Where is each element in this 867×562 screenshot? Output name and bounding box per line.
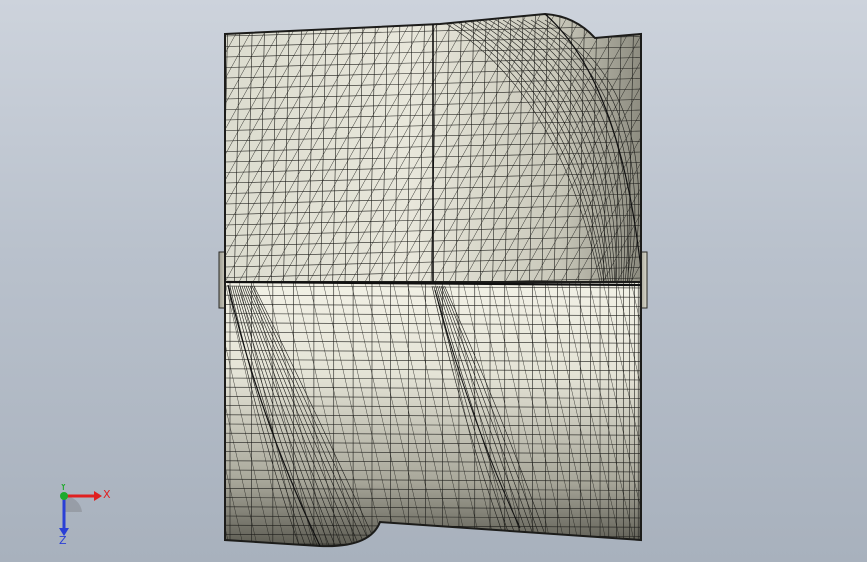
z-axis-label: Z: [59, 534, 67, 546]
x-axis-arrowhead: [94, 491, 102, 501]
y-axis-dot: [60, 492, 68, 500]
x-axis-label: X: [103, 488, 111, 501]
coordinate-triad: X Y Z: [48, 480, 118, 547]
y-axis-label: Y: [59, 484, 67, 493]
mesh-model[interactable]: [0, 0, 867, 562]
graphics-viewport[interactable]: X Y Z: [0, 0, 867, 562]
lower-shell: [224, 281, 642, 548]
